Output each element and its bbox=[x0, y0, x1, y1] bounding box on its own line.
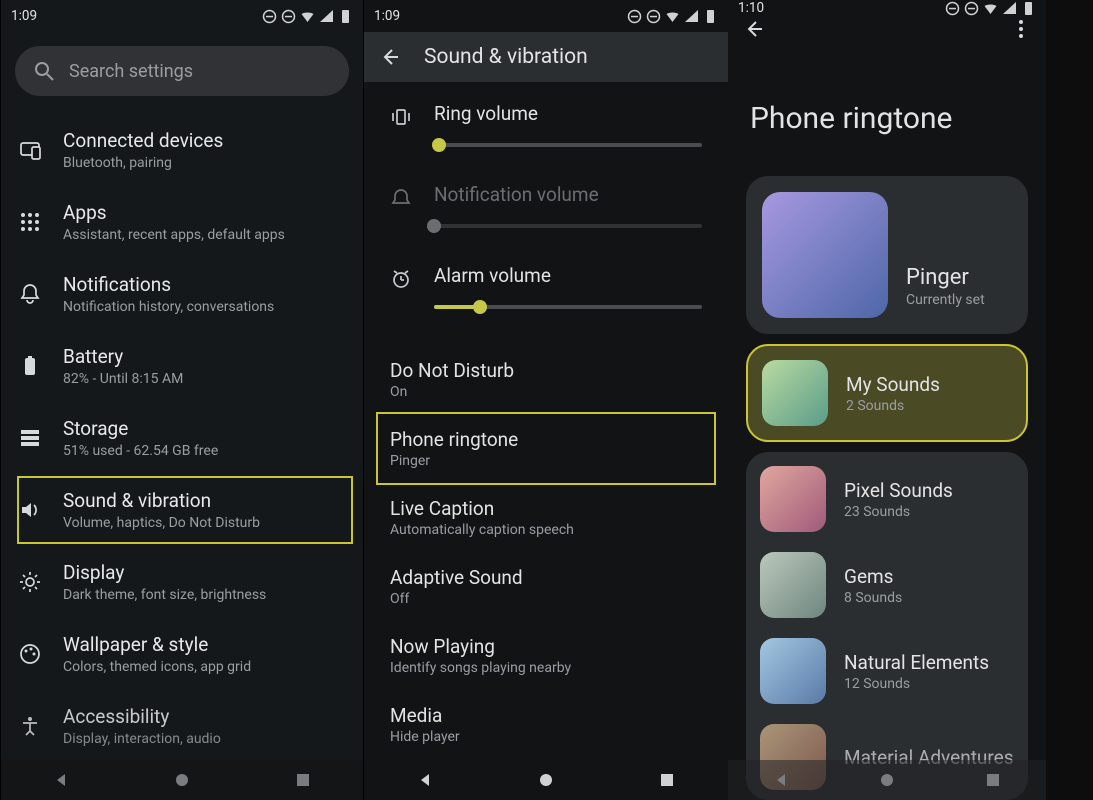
clock: 1:09 bbox=[11, 8, 37, 24]
dnd-icon bbox=[262, 9, 277, 24]
nav-home-icon[interactable] bbox=[879, 772, 895, 788]
row-phone-ringtone[interactable]: Phone ringtone Pinger bbox=[390, 414, 702, 483]
notification-volume-slider bbox=[434, 224, 702, 228]
item-accessibility[interactable]: AccessibilityDisplay, interaction, audio bbox=[1, 690, 363, 762]
sound-settings-body: Ring volume Notification volume Alarm vo… bbox=[364, 82, 728, 760]
signal-icon bbox=[319, 9, 334, 24]
category-my-sounds[interactable]: My Sounds 2 Sounds bbox=[746, 344, 1028, 442]
header-row bbox=[728, 16, 1046, 41]
nav-recent-icon[interactable] bbox=[985, 772, 1001, 788]
item-display[interactable]: DisplayDark theme, font size, brightness bbox=[1, 546, 363, 618]
status-bar: 1:09 bbox=[364, 0, 728, 32]
header-title: Sound & vibration bbox=[424, 45, 588, 69]
ring-volume-row[interactable]: Ring volume bbox=[390, 102, 702, 147]
apps-icon bbox=[19, 211, 41, 233]
status-icons bbox=[262, 9, 353, 24]
nav-bar bbox=[1, 760, 363, 800]
page-title: Phone ringtone bbox=[728, 41, 1046, 176]
wifi-icon bbox=[665, 9, 680, 24]
nav-home-icon[interactable] bbox=[174, 772, 190, 788]
battery-icon bbox=[1021, 1, 1036, 16]
storage-icon bbox=[19, 427, 41, 449]
ring-volume-slider[interactable] bbox=[434, 143, 702, 147]
phone-ringtone-screen: 1:10 Phone ringtone Pinger Currently set… bbox=[728, 0, 1046, 800]
current-ringtone-tile[interactable]: Pinger Currently set bbox=[746, 176, 1028, 334]
row-media[interactable]: Media Hide player bbox=[390, 690, 702, 759]
row-dnd[interactable]: Do Not Disturb On bbox=[390, 345, 702, 414]
search-settings[interactable]: Search settings bbox=[15, 46, 349, 96]
row-live-caption[interactable]: Live Caption Automatically caption speec… bbox=[390, 483, 702, 552]
categories-group: Pixel Sounds 23 Sounds Gems 8 Sounds Nat… bbox=[746, 452, 1028, 800]
ringtone-thumbnail bbox=[762, 192, 888, 318]
signal-icon bbox=[684, 9, 699, 24]
category-thumbnail bbox=[760, 638, 826, 704]
wifi-icon bbox=[983, 1, 998, 16]
nav-back-icon[interactable] bbox=[773, 772, 789, 788]
nav-back-icon[interactable] bbox=[417, 772, 433, 788]
item-notifications[interactable]: NotificationsNotification history, conve… bbox=[1, 258, 363, 330]
header-row: Sound & vibration bbox=[364, 32, 728, 82]
sound-vibration-screen: 1:09 Sound & vibration Ring volume Notif… bbox=[364, 0, 728, 800]
accessibility-icon bbox=[19, 715, 41, 737]
nav-recent-icon[interactable] bbox=[659, 772, 675, 788]
settings-list: Connected devicesBluetooth, pairing Apps… bbox=[1, 114, 363, 800]
battery-portrait-icon bbox=[19, 355, 41, 377]
category-gems[interactable]: Gems 8 Sounds bbox=[746, 542, 1028, 628]
bell-icon bbox=[19, 283, 41, 305]
dnd-icon bbox=[627, 9, 642, 24]
battery-icon bbox=[338, 9, 353, 24]
back-arrow-icon[interactable] bbox=[378, 46, 400, 68]
category-natural-elements[interactable]: Natural Elements 12 Sounds bbox=[746, 628, 1028, 714]
category-thumbnail bbox=[762, 360, 828, 426]
nav-recent-icon[interactable] bbox=[295, 772, 311, 788]
item-battery[interactable]: Battery82% - Until 8:15 AM bbox=[1, 330, 363, 402]
category-pixel-sounds[interactable]: Pixel Sounds 23 Sounds bbox=[746, 456, 1028, 542]
status-bar: 1:10 bbox=[728, 0, 1046, 16]
item-wallpaper[interactable]: Wallpaper & styleColors, themed icons, a… bbox=[1, 618, 363, 690]
dnd-icon bbox=[945, 1, 960, 16]
item-apps[interactable]: AppsAssistant, recent apps, default apps bbox=[1, 186, 363, 258]
back-arrow-icon[interactable] bbox=[742, 18, 764, 40]
settings-root-screen: 1:09 Search settings Connected devicesBl… bbox=[0, 0, 364, 800]
vibrate-icon bbox=[390, 106, 412, 132]
nav-bar bbox=[364, 760, 728, 800]
item-connected-devices[interactable]: Connected devicesBluetooth, pairing bbox=[1, 114, 363, 186]
category-thumbnail bbox=[760, 466, 826, 532]
row-adaptive-sound[interactable]: Adaptive Sound Off bbox=[390, 552, 702, 621]
status-icons bbox=[627, 9, 718, 24]
battery-icon bbox=[703, 9, 718, 24]
clock: 1:10 bbox=[738, 0, 764, 16]
nav-bar bbox=[728, 760, 1046, 800]
devices-icon bbox=[19, 139, 41, 161]
status-icons bbox=[945, 1, 1036, 16]
nav-back-icon[interactable] bbox=[53, 772, 69, 788]
brightness-icon bbox=[19, 571, 41, 593]
notification-volume-row: Notification volume bbox=[390, 183, 702, 228]
alarm-volume-row[interactable]: Alarm volume bbox=[390, 264, 702, 309]
notification-off-icon bbox=[390, 187, 412, 213]
status-bar: 1:09 bbox=[1, 0, 363, 32]
priority-icon bbox=[646, 9, 661, 24]
overflow-menu-icon[interactable] bbox=[1010, 18, 1032, 40]
row-now-playing[interactable]: Now Playing Identify songs playing nearb… bbox=[390, 621, 702, 690]
item-sound-vibration[interactable]: Sound & vibrationVolume, haptics, Do Not… bbox=[1, 474, 363, 546]
palette-icon bbox=[19, 643, 41, 665]
signal-icon bbox=[1002, 1, 1017, 16]
item-storage[interactable]: Storage51% used - 62.54 GB free bbox=[1, 402, 363, 474]
search-placeholder: Search settings bbox=[69, 61, 193, 82]
priority-icon bbox=[281, 9, 296, 24]
category-thumbnail bbox=[760, 552, 826, 618]
priority-icon bbox=[964, 1, 979, 16]
alarm-icon bbox=[390, 268, 412, 294]
wifi-icon bbox=[300, 9, 315, 24]
alarm-volume-slider[interactable] bbox=[434, 305, 702, 309]
nav-home-icon[interactable] bbox=[538, 772, 554, 788]
clock: 1:09 bbox=[374, 8, 400, 24]
volume-icon bbox=[19, 499, 41, 521]
search-icon bbox=[33, 60, 55, 82]
